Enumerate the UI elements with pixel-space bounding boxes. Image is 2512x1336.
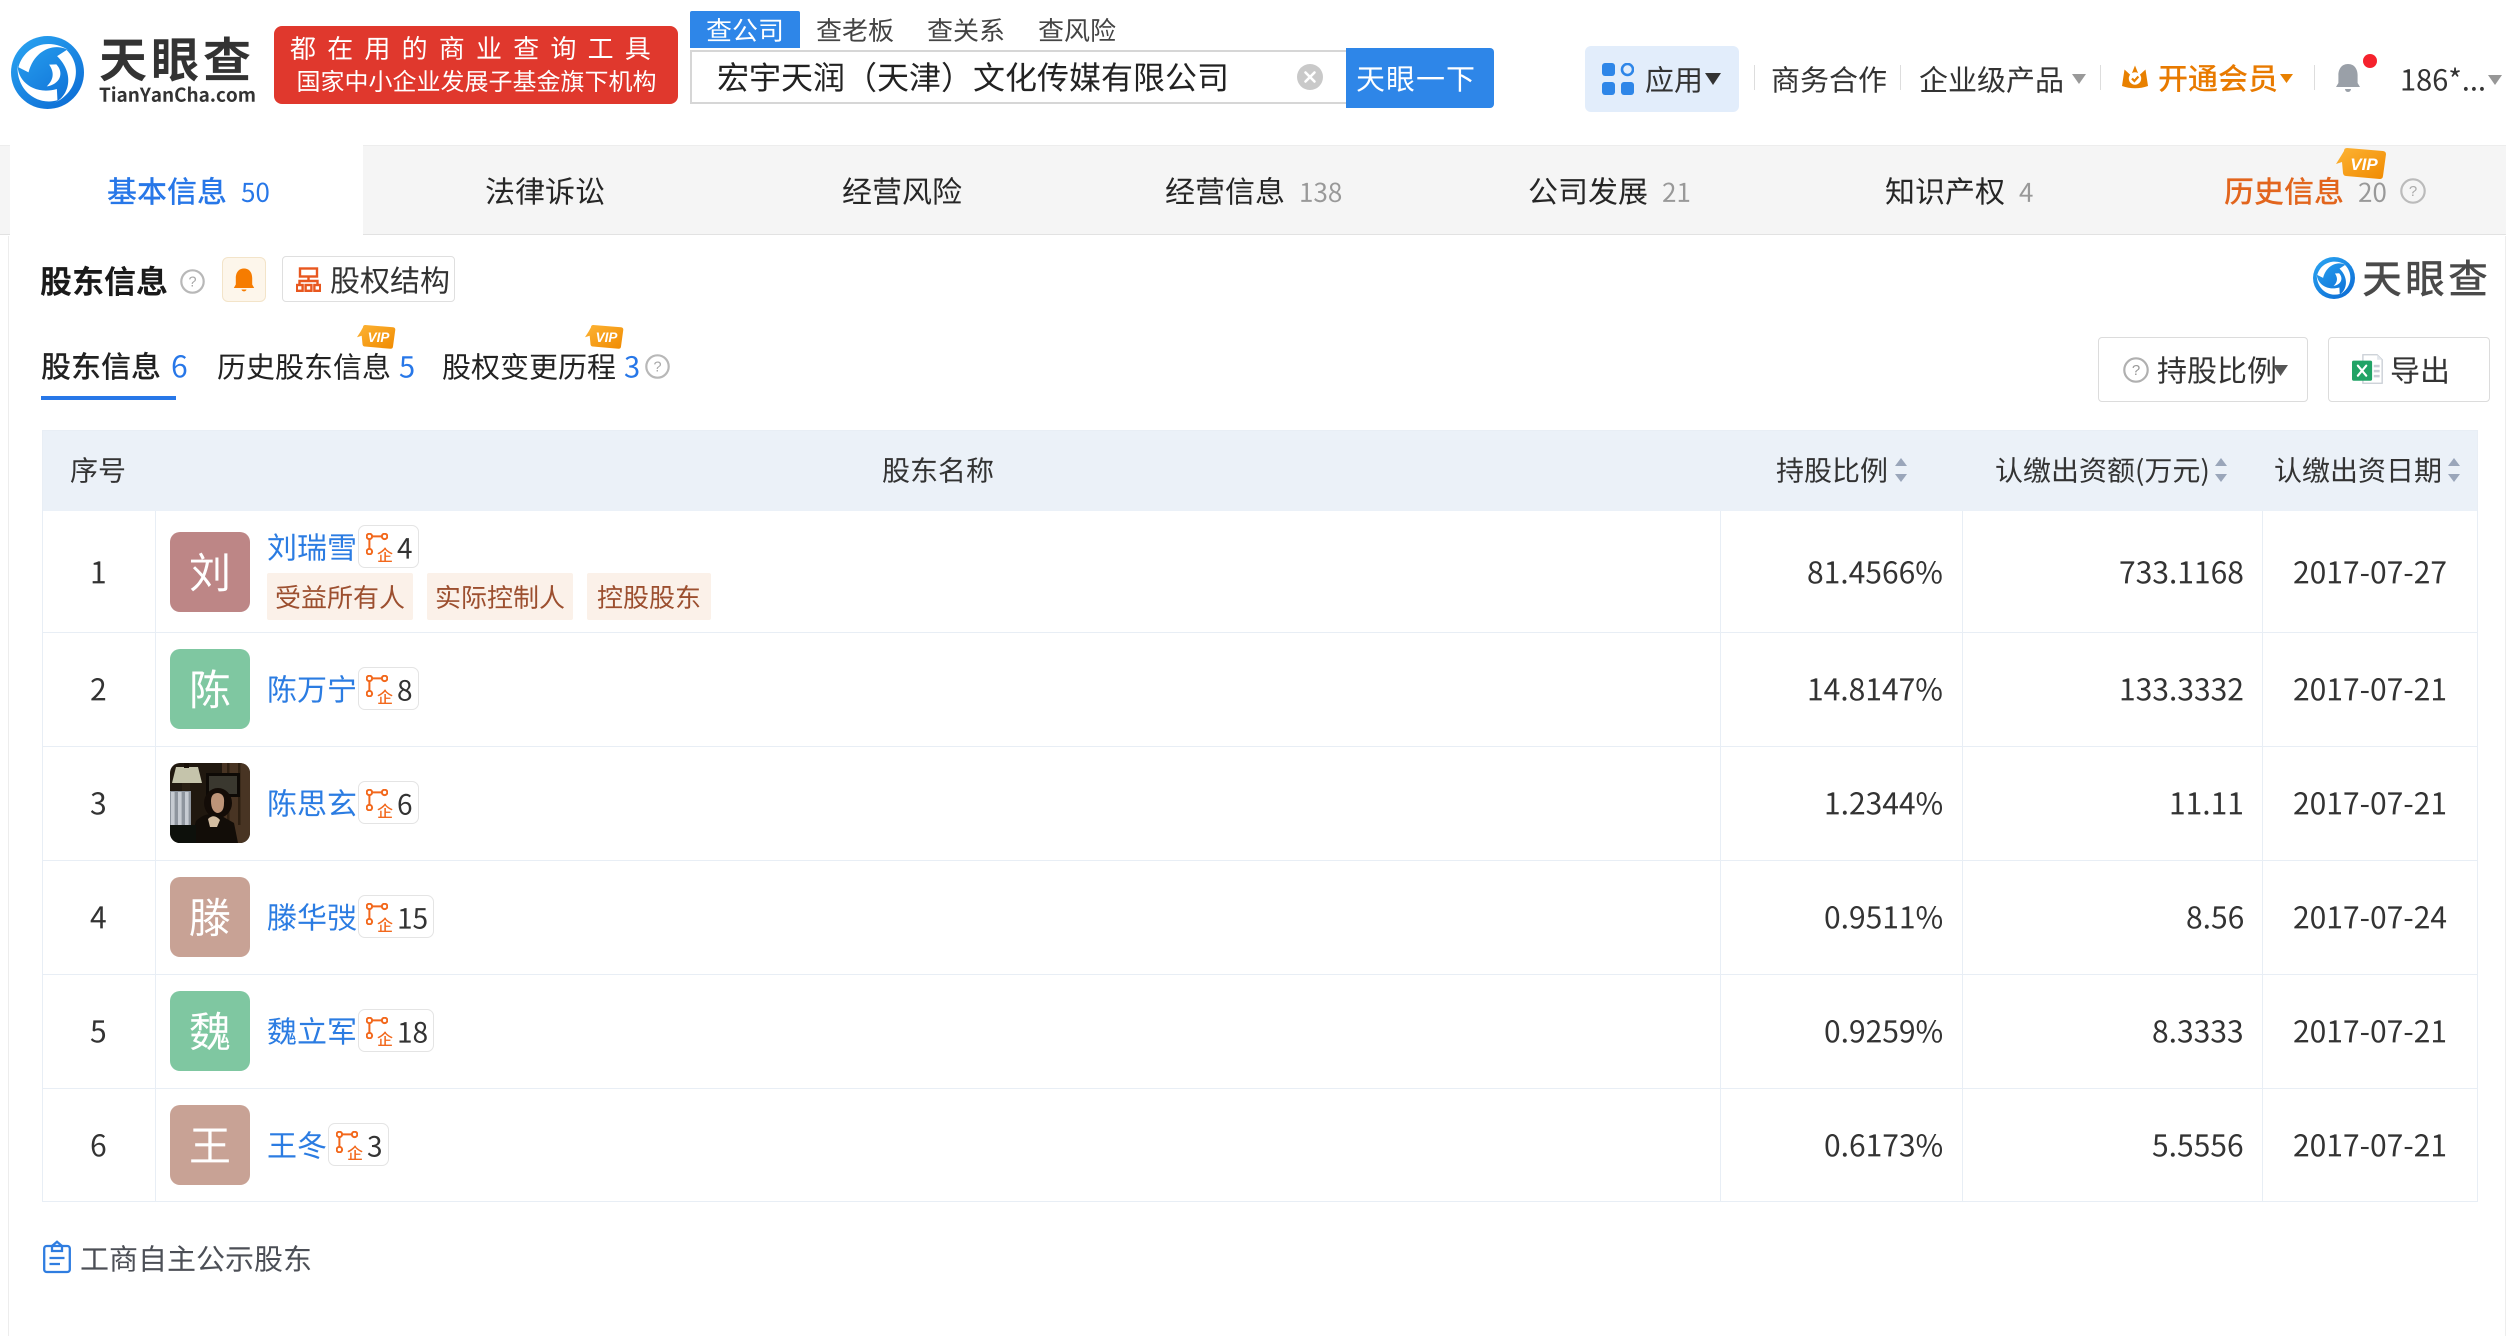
svg-text:?: ?	[2132, 362, 2140, 379]
svg-text:VIP: VIP	[596, 330, 619, 345]
svg-text:VIP: VIP	[2350, 155, 2378, 174]
svg-text:?: ?	[2409, 183, 2417, 200]
svg-text:?: ?	[188, 275, 196, 291]
svg-text:VIP: VIP	[368, 330, 391, 345]
svg-text:?: ?	[653, 360, 661, 376]
